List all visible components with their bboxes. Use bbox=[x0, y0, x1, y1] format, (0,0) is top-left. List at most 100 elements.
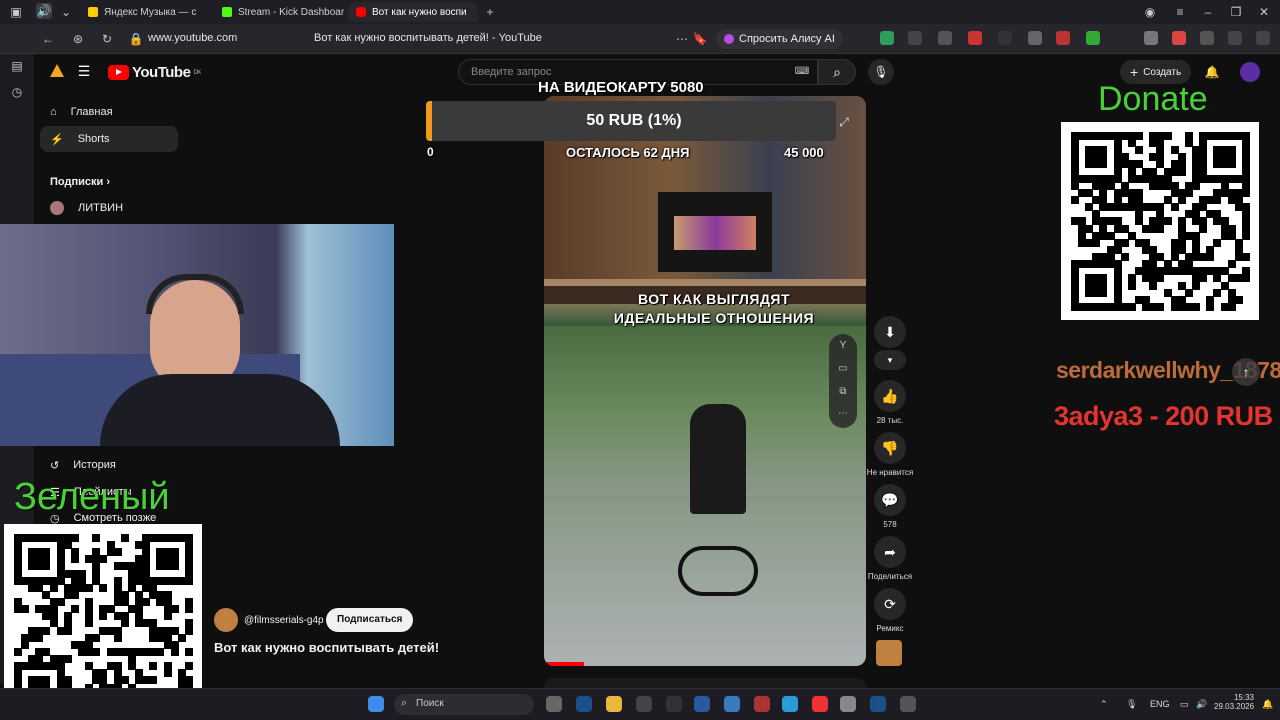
extension-5-icon[interactable] bbox=[998, 31, 1012, 45]
keyboard-icon[interactable]: ⌨ bbox=[794, 64, 810, 80]
calculator-icon[interactable] bbox=[840, 696, 856, 712]
sound-thumbnail[interactable] bbox=[876, 640, 902, 666]
notifications-icon[interactable]: 🔔 bbox=[1204, 64, 1220, 80]
scroll-up-icon[interactable]: ↑ bbox=[1232, 358, 1260, 386]
more-actions-button[interactable]: ▾ bbox=[872, 350, 908, 374]
extension-8-icon[interactable] bbox=[1086, 31, 1100, 45]
expand-icon[interactable]: ⤢ bbox=[836, 114, 852, 130]
download-button[interactable]: ⬇ bbox=[872, 316, 908, 352]
start-icon[interactable] bbox=[368, 696, 384, 712]
tab-yandex-music[interactable]: Яндекс Музыка — с bbox=[80, 2, 210, 22]
share-button[interactable]: ➦ Поделиться bbox=[864, 536, 916, 581]
avatar[interactable] bbox=[1240, 62, 1260, 82]
channel-name[interactable]: @filmsserials-g4p bbox=[244, 615, 324, 626]
chevron-down-icon: ▾ bbox=[874, 350, 906, 370]
next-video-peek[interactable] bbox=[544, 678, 866, 688]
extension-9-icon[interactable] bbox=[1144, 31, 1158, 45]
tab-kick-dashboard[interactable]: Stream - Kick Dashboard bbox=[214, 2, 344, 22]
sidebar-item-shorts[interactable]: ⚡ Shorts bbox=[40, 126, 178, 152]
remix-button[interactable]: ⟳ Ремикс bbox=[872, 588, 908, 633]
tray-chevron-icon[interactable]: ⌃ bbox=[1100, 699, 1108, 710]
app-5-icon[interactable] bbox=[754, 696, 770, 712]
steam-2-icon[interactable] bbox=[870, 696, 886, 712]
bookmark-icon[interactable]: 🔖 bbox=[692, 31, 708, 47]
dislike-button[interactable]: 👎 Не нравится bbox=[864, 432, 916, 477]
app-1-icon[interactable] bbox=[636, 696, 652, 712]
qr-module bbox=[1099, 160, 1108, 169]
volume-icon[interactable]: 🔊 bbox=[1196, 699, 1207, 710]
mic-tray-icon[interactable]: 🎙 bbox=[1126, 699, 1137, 710]
tabs-menu-icon[interactable]: ▣ bbox=[8, 4, 24, 20]
app-6-icon[interactable] bbox=[900, 696, 916, 712]
qr-module bbox=[92, 647, 101, 656]
channel-avatar[interactable] bbox=[214, 608, 238, 632]
qr-module bbox=[184, 647, 193, 656]
reload-icon[interactable]: ↻ bbox=[99, 31, 115, 47]
extension-11-icon[interactable] bbox=[1200, 31, 1214, 45]
steam-icon[interactable] bbox=[576, 696, 592, 712]
voice-search-button[interactable]: 🎙 bbox=[868, 59, 894, 85]
taskbar-search[interactable]: ⌕ Поиск bbox=[394, 694, 534, 715]
extension-3-icon[interactable] bbox=[938, 31, 952, 45]
telegram-icon[interactable] bbox=[782, 696, 798, 712]
reader-icon[interactable]: ⊛ bbox=[70, 31, 86, 47]
notification-bell-icon[interactable]: 🔔 bbox=[1262, 699, 1273, 710]
network-icon[interactable]: ▭ bbox=[1180, 699, 1189, 710]
back-icon[interactable]: ← bbox=[40, 31, 56, 47]
clock[interactable]: 15:33 29.03.2026 bbox=[1214, 693, 1254, 711]
youtube-logo[interactable]: YouTube DK bbox=[108, 64, 201, 81]
subscriptions-header[interactable]: Подписки › bbox=[50, 176, 110, 188]
app-3-icon[interactable] bbox=[694, 696, 710, 712]
extension-12-icon[interactable] bbox=[1228, 31, 1242, 45]
language-indicator[interactable]: ENG bbox=[1150, 699, 1170, 709]
download-icon[interactable] bbox=[1256, 31, 1270, 45]
qr-module bbox=[1206, 302, 1215, 311]
ask-alice-button[interactable]: Спросить Алису AI bbox=[716, 29, 843, 49]
collections-icon[interactable]: ▤ bbox=[9, 58, 25, 74]
comments-button[interactable]: 💬 578 bbox=[872, 484, 908, 529]
qr-module bbox=[184, 626, 193, 635]
alice-icon bbox=[724, 34, 734, 44]
new-tab-icon[interactable]: + bbox=[482, 4, 498, 20]
remix-icon: ⟳ bbox=[874, 588, 906, 620]
minimize-icon[interactable]: – bbox=[1200, 4, 1216, 20]
sidebar-item-subscription[interactable]: ЛИТВИН bbox=[40, 195, 178, 221]
share-icon: ➦ bbox=[874, 536, 906, 568]
app-4-icon[interactable] bbox=[724, 696, 740, 712]
search-button[interactable]: ⌕ bbox=[818, 59, 856, 85]
extension-1-icon[interactable] bbox=[880, 31, 894, 45]
more-icon[interactable]: ⋯ bbox=[674, 31, 690, 47]
extension-10-icon[interactable] bbox=[1172, 31, 1186, 45]
history-icon[interactable]: ◷ bbox=[9, 84, 25, 100]
subtitles-icon[interactable]: ▭ bbox=[835, 361, 851, 377]
chevron-down-icon[interactable]: ⌄ bbox=[58, 4, 74, 20]
speaker-icon[interactable]: 🔊 bbox=[36, 3, 52, 19]
subscribe-button[interactable]: Подписаться bbox=[326, 608, 414, 632]
sidebar-item-home[interactable]: ⌂ Главная bbox=[40, 99, 178, 125]
extension-4-icon[interactable] bbox=[968, 31, 982, 45]
extension-7-icon[interactable] bbox=[1056, 31, 1070, 45]
extension-6-icon[interactable] bbox=[1028, 31, 1042, 45]
extension-2-icon[interactable] bbox=[908, 31, 922, 45]
menu-icon[interactable]: ☰ bbox=[76, 63, 92, 79]
sidebar-item-history[interactable]: ↺ История bbox=[40, 452, 178, 478]
task-view-icon[interactable] bbox=[546, 696, 562, 712]
yandex-icon[interactable]: Y bbox=[835, 338, 851, 354]
close-icon[interactable]: ✕ bbox=[1256, 4, 1272, 20]
tab-youtube[interactable]: Вот как нужно воспи bbox=[348, 2, 478, 22]
app-2-icon[interactable] bbox=[666, 696, 682, 712]
like-button[interactable]: 👍 28 тыс. bbox=[872, 380, 908, 425]
maximize-icon[interactable]: ❐ bbox=[1228, 4, 1244, 20]
qr-module bbox=[120, 534, 129, 542]
dots-icon[interactable]: ⋯ bbox=[835, 406, 851, 422]
explorer-icon[interactable] bbox=[606, 696, 622, 712]
profile-icon[interactable]: ◉ bbox=[1142, 4, 1158, 20]
shorts-video[interactable] bbox=[544, 96, 866, 666]
bookmarks-icon[interactable]: ≡ bbox=[1172, 4, 1188, 20]
url-text[interactable]: www.youtube.com bbox=[148, 32, 237, 44]
qr-module bbox=[1156, 224, 1165, 233]
video-progress[interactable] bbox=[544, 662, 584, 666]
qr-module bbox=[42, 626, 51, 635]
pip-icon[interactable]: ⧉ bbox=[835, 384, 851, 400]
yandex-browser-icon[interactable] bbox=[812, 696, 828, 712]
